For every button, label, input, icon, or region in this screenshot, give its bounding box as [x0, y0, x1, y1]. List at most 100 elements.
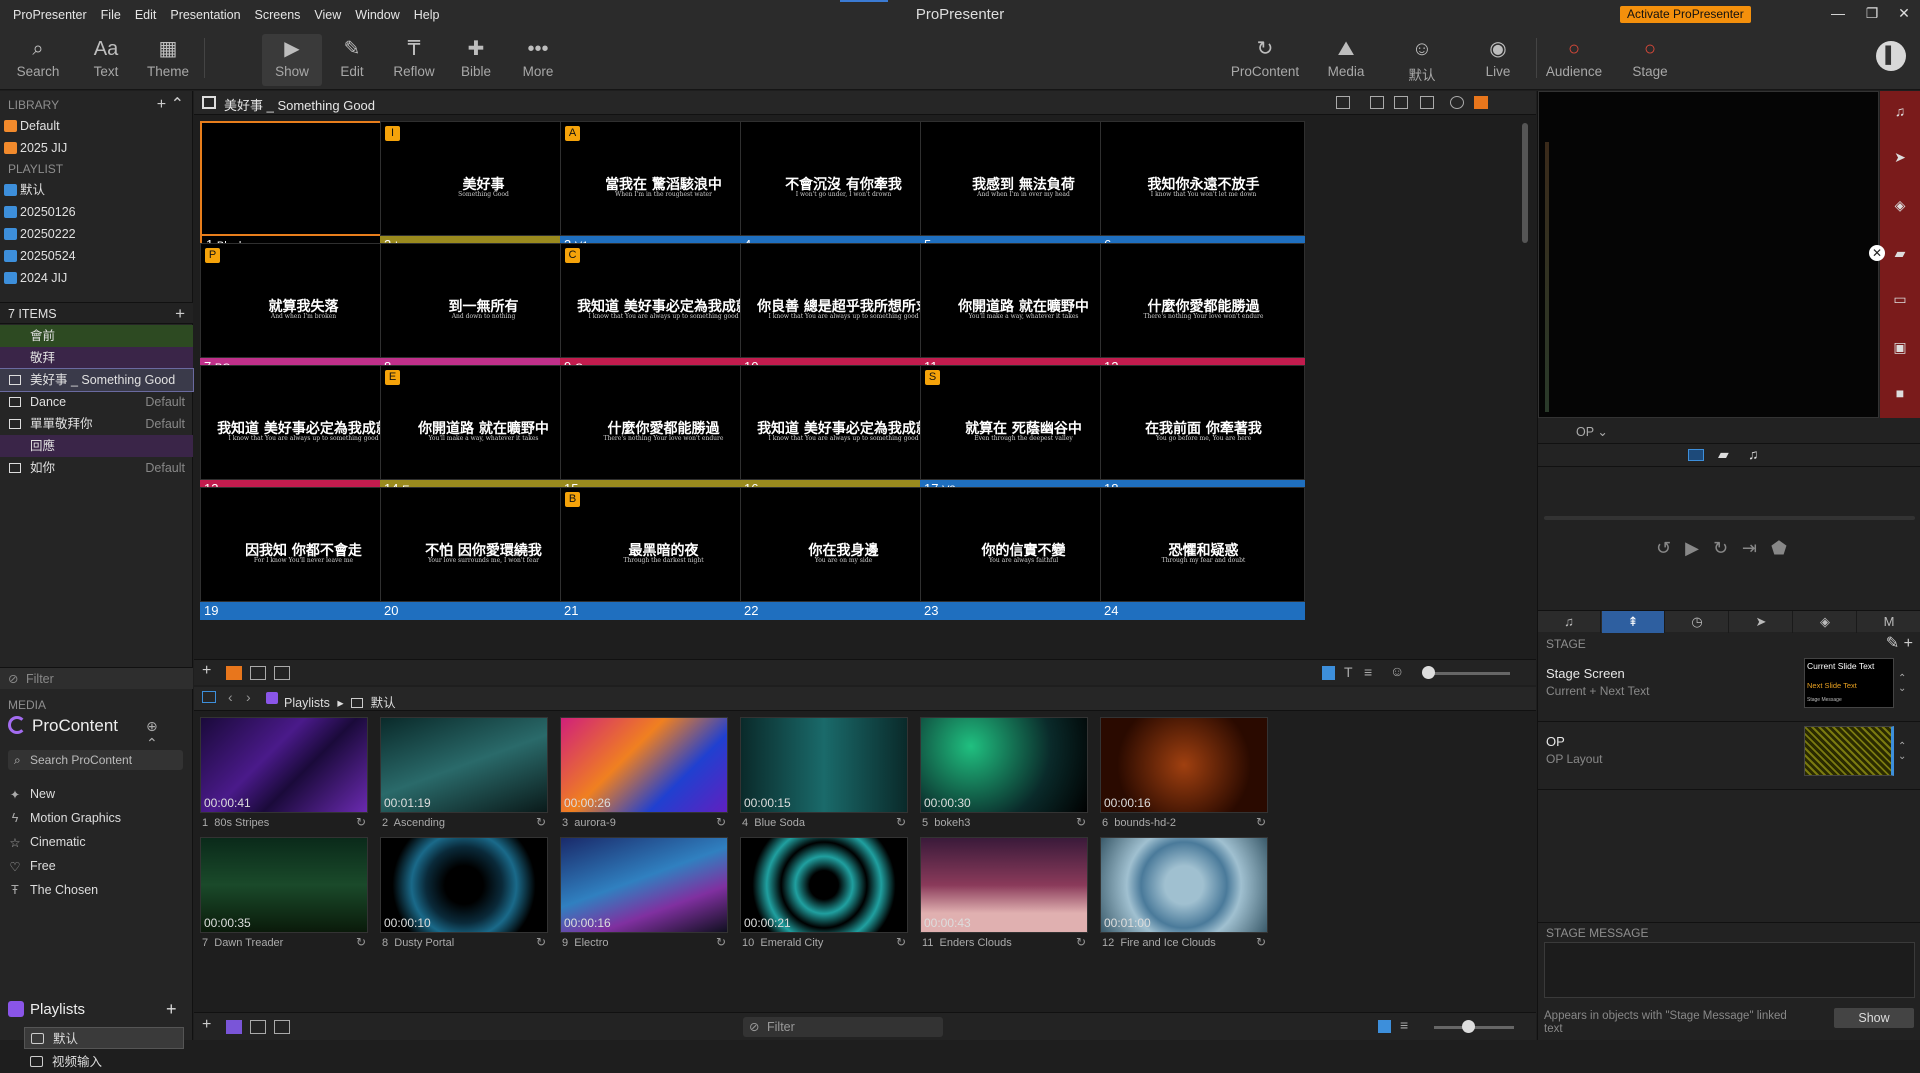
scrollbar[interactable] [1522, 123, 1528, 243]
announcement-layer-icon[interactable]: ➤ [1892, 149, 1908, 165]
plus-icon[interactable]: + ⌃ [157, 95, 184, 115]
up-down-icon[interactable]: ⌃ ⌄ [1898, 674, 1906, 694]
slide-layer-icon[interactable]: ▭ [1892, 291, 1908, 307]
transition-icon[interactable] [274, 666, 290, 680]
tab-timers[interactable]: ◷ [1666, 611, 1729, 633]
tab-stage[interactable]: ⇞ [1602, 611, 1665, 633]
playlist-item[interactable]: 20250126 [0, 201, 192, 223]
target-icon[interactable] [1450, 96, 1464, 109]
procontent-header[interactable]: ProContent ⊕ ⌃ [8, 716, 158, 751]
media-filter-input[interactable]: ⊘ Filter [743, 1017, 943, 1037]
slide-thumbnail[interactable]: 就算在 死蔭幽谷中 Even through the deepest valley… [920, 365, 1125, 502]
skip-icon[interactable]: ⇥ [1742, 538, 1771, 558]
up-down-icon[interactable]: ⌃ ⌄ [1898, 742, 1906, 762]
rewind-icon[interactable]: ↺ [1656, 538, 1685, 558]
slide-thumbnail[interactable]: 你良善 總是超乎我所想所求 I know that You are always … [740, 243, 945, 380]
audio-layer-icon[interactable]: ♫ [1892, 103, 1908, 119]
add-media-icon[interactable]: + [202, 1016, 211, 1034]
items-filter[interactable]: ⊘ Filter [0, 667, 193, 689]
slide-thumbnail[interactable]: 因我知 你都不會走 For I know You'll never leave m… [200, 487, 405, 624]
zoom-slider-handle[interactable] [1422, 666, 1435, 679]
stage-op-row[interactable]: OP OP Layout ⌃ ⌄ [1538, 722, 1920, 790]
look-select[interactable]: OP ⌄ [1576, 424, 1608, 439]
item-row[interactable]: 如你 Default [0, 457, 193, 479]
emoji-icon[interactable]: ☺ [1390, 663, 1404, 679]
slide-thumbnail[interactable]: 到一無所有And down to nothing8 [380, 243, 585, 380]
menu-help[interactable]: Help [407, 8, 447, 22]
close-icon[interactable]: ✕ [1892, 5, 1916, 25]
audience-button[interactable]: ○ Audience [1544, 34, 1604, 86]
props-layer-icon[interactable]: ◈ [1892, 197, 1908, 213]
slide-thumbnail[interactable]: 你在我身邊 You are on my side 22 [740, 487, 945, 624]
item-row[interactable]: Dance Default [0, 391, 193, 413]
stage-screen-row[interactable]: Stage Screen Current + Next Text Current… [1538, 654, 1920, 722]
menu-view[interactable]: View [307, 8, 348, 22]
item-row[interactable]: 回應 [0, 435, 193, 457]
announcement-transport-icon[interactable]: ▰ [1718, 446, 1729, 463]
category-free[interactable]: ♡ Free [9, 859, 55, 874]
layout-icon[interactable] [1336, 96, 1350, 109]
menu-propresenter[interactable]: ProPresenter [6, 8, 94, 22]
loop-icon[interactable]: ↻ [716, 935, 726, 949]
playlist-item[interactable]: 2024 JIJ [0, 267, 192, 289]
show-button[interactable]: ▶ Show [262, 34, 322, 86]
presentation-transport-icon[interactable] [1688, 449, 1704, 461]
menu-window[interactable]: Window [348, 8, 406, 22]
media-tile[interactable]: 00:00:26 3 aurora-9 ↻ [560, 717, 730, 857]
slide-thumbnail[interactable]: 什麼你愛都能勝過 There's nothing Your love won't … [1100, 243, 1305, 380]
item-row[interactable]: 美好事 _ Something Good [0, 368, 194, 392]
slide-thumbnail[interactable]: 恐懼和疑惑 Through my fear and doubt 24 [1100, 487, 1305, 624]
slide-thumbnail[interactable]: 美好事Something GoodI2 I [380, 121, 585, 258]
bible-button[interactable]: ✚ Bible [446, 34, 506, 86]
loop-icon[interactable]: ↻ [896, 815, 906, 829]
notes-icon[interactable] [1370, 96, 1384, 109]
edit-stage-icon[interactable]: ✎ + [1886, 634, 1913, 654]
media-layer-icon[interactable]: ▣ [1892, 339, 1908, 355]
marker-icon[interactable]: ⬟ [1771, 538, 1801, 558]
procontent-search-input[interactable]: ⌕ Search ProContent [8, 750, 183, 770]
breadcrumb-root[interactable]: Playlists [284, 696, 330, 710]
library-item[interactable]: Default [0, 115, 192, 137]
slide-thumbnail[interactable]: 我知道 美好事必定為我成就 I know that You are always … [200, 365, 405, 502]
add-item-icon[interactable]: + [175, 303, 185, 325]
stage-button[interactable]: ○ Stage [1620, 34, 1680, 86]
playlist-item[interactable]: 20250222 [0, 223, 192, 245]
media-playlist-item[interactable]: 视频输入 [24, 1051, 184, 1073]
grid-mode-icon[interactable] [1378, 1020, 1391, 1033]
back-icon[interactable]: ‹ [228, 689, 233, 705]
activate-button[interactable]: Activate ProPresenter [1620, 6, 1751, 23]
list-mode-icon[interactable]: ≡ [1400, 1017, 1408, 1033]
media-grid-icon[interactable] [226, 1020, 242, 1034]
item-row[interactable]: 敬拜 [0, 347, 193, 369]
minimize-icon[interactable]: — [1826, 5, 1850, 25]
slide-thumbnail[interactable]: 你開道路 就在曠野中 You'll make a way, whatever it… [920, 243, 1125, 380]
media-tile[interactable]: 00:00:43 11 Enders Clouds ↻ [920, 837, 1090, 977]
clear-all-icon[interactable]: ✕ [1869, 245, 1885, 261]
grid-view-icon[interactable] [226, 666, 242, 680]
category-cinematic[interactable]: ☆ Cinematic [9, 835, 85, 850]
media-tile[interactable]: 00:00:16 6 bounds-hd-2 ↻ [1100, 717, 1270, 857]
slide-thumbnail[interactable]: 我知道 美好事必定為我成就 I know that You are always … [560, 243, 765, 380]
media-tile[interactable]: 00:01:19 2 Ascending ↻ [380, 717, 550, 857]
menu-presentation[interactable]: Presentation [163, 8, 247, 22]
media-button[interactable]: ⛰ Media [1316, 34, 1376, 86]
globe-icon[interactable]: ⊕ ⌃ [146, 718, 158, 752]
slide-thumbnail[interactable]: 什麼你愛都能勝過 There's nothing Your love won't … [560, 365, 765, 502]
maximize-icon[interactable]: ❐ [1860, 5, 1884, 25]
item-row[interactable]: 單單敬拜你 Default [0, 413, 193, 435]
loop-icon[interactable]: ↻ [1076, 935, 1086, 949]
tab-audio[interactable]: ♫ [1538, 611, 1601, 633]
slide-thumbnail[interactable]: 你開道路 就在曠野中 You'll make a way, whatever it… [380, 365, 585, 502]
media-tile[interactable]: 00:00:21 10 Emerald City ↻ [740, 837, 910, 977]
slide-thumbnail[interactable]: 當我在 驚滔駭浪中 When I'm in the roughest water A… [560, 121, 765, 258]
avatar[interactable]: ▌ [1876, 41, 1906, 71]
sidebar-toggle-icon[interactable] [202, 691, 216, 703]
search-button[interactable]: ⌕ Search [8, 34, 68, 86]
media-tile[interactable]: 00:00:30 5 bokeh3 ↻ [920, 717, 1090, 857]
forward-icon[interactable]: › [246, 689, 251, 705]
media-tile[interactable]: 00:00:16 9 Electro ↻ [560, 837, 730, 977]
playlist-item[interactable]: 20250524 [0, 245, 192, 267]
breadcrumb-current[interactable]: 默认 [371, 696, 396, 710]
item-row[interactable]: 會前 [0, 325, 193, 347]
show-message-button[interactable]: Show [1834, 1008, 1914, 1028]
